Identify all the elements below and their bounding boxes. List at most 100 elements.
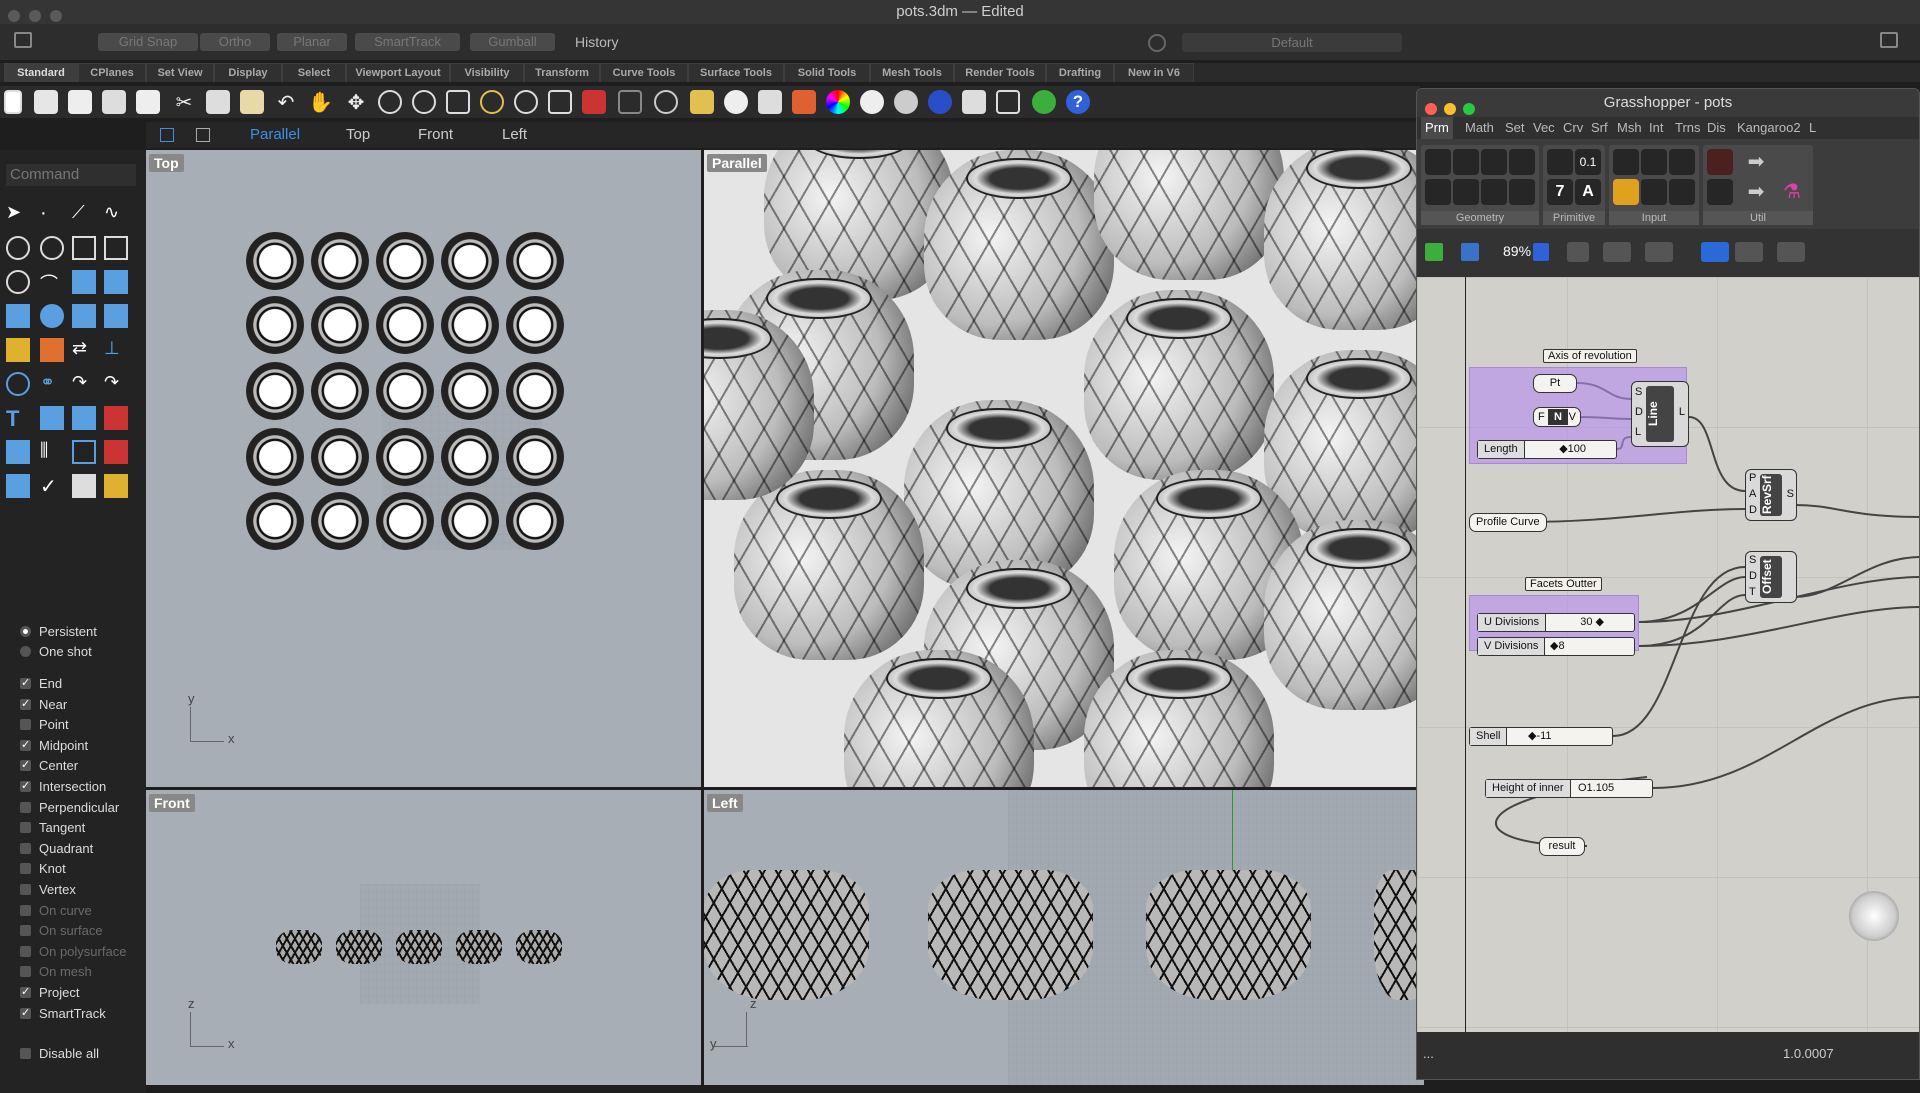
tab-curve-tools[interactable]: Curve Tools: [600, 63, 688, 82]
checkbox[interactable]: [20, 801, 31, 813]
gh-number-icon[interactable]: 0.1: [1575, 149, 1601, 175]
gh-line-component[interactable]: S D L Line L: [1631, 381, 1689, 447]
group-icon[interactable]: [6, 372, 30, 396]
smarttrack-button[interactable]: SmartTrack: [355, 33, 460, 51]
osnap-on-surface[interactable]: On surface: [20, 923, 103, 939]
distribute-icon[interactable]: ⫼: [40, 440, 64, 464]
open-icon[interactable]: [34, 90, 58, 114]
checkbox[interactable]: [20, 696, 31, 712]
viewport-front[interactable]: Front z x: [146, 790, 701, 1085]
gh-value-list-icon[interactable]: [1669, 179, 1695, 205]
tab-transform[interactable]: Transform: [524, 63, 600, 82]
gh-sketch-icon[interactable]: [1645, 242, 1673, 262]
analyze-icon[interactable]: [72, 474, 96, 498]
cut-icon[interactable]: ✂: [172, 90, 196, 114]
checkbox[interactable]: [20, 737, 31, 753]
grid-snap-button[interactable]: Grid Snap: [98, 33, 198, 51]
gh-offset-component[interactable]: S D T Offset: [1745, 551, 1797, 603]
viewport-label[interactable]: Top: [149, 154, 184, 172]
planar-button[interactable]: Planar: [277, 33, 347, 51]
osnap-knot[interactable]: Knot: [20, 861, 66, 877]
osnap-on-curve[interactable]: On curve: [20, 903, 92, 919]
gh-tree-icon[interactable]: [1707, 179, 1733, 205]
four-viewport-icon[interactable]: [160, 128, 174, 142]
osnap-perpendicular[interactable]: Perpendicular: [20, 800, 119, 816]
tab-surface-tools[interactable]: Surface Tools: [688, 63, 784, 82]
gh-u-divisions-slider[interactable]: U Divisions 30 ◆: [1477, 613, 1635, 632]
gh-profile-curve-param[interactable]: Profile Curve: [1469, 513, 1547, 532]
gumball-button[interactable]: Gumball: [470, 33, 555, 51]
tab-front[interactable]: Front: [418, 126, 453, 143]
dimension-icon[interactable]: [996, 90, 1020, 114]
grid-array-icon[interactable]: [72, 440, 96, 464]
zoom-icon[interactable]: [378, 90, 402, 114]
tab-set-view[interactable]: Set View: [146, 63, 214, 82]
new-file-icon[interactable]: [4, 90, 22, 114]
box-edit-icon[interactable]: [6, 440, 30, 464]
viewport-label[interactable]: Front: [149, 794, 195, 812]
gh-tab-vec[interactable]: Vec: [1533, 120, 1555, 135]
ellipse-icon[interactable]: [40, 236, 64, 260]
curve-icon[interactable]: ∿: [104, 202, 128, 226]
split-icon[interactable]: ⇄: [72, 338, 96, 362]
osnap-midpoint[interactable]: Midpoint: [20, 737, 88, 754]
hatch-icon[interactable]: [104, 440, 128, 464]
panel-toggle-icon[interactable]: [1880, 32, 1898, 48]
gh-canvas[interactable]: Axis of revolution Pt F N V Length ◆100 …: [1417, 277, 1919, 1034]
gh-text-icon[interactable]: A: [1575, 179, 1601, 205]
gh-zoom-level[interactable]: 89%: [1503, 243, 1531, 259]
properties-icon[interactable]: [6, 474, 30, 498]
gh-flask-icon[interactable]: ⚗: [1779, 179, 1805, 205]
viewport-label[interactable]: Parallel: [707, 154, 767, 172]
gh-graph-icon[interactable]: [1613, 179, 1639, 205]
tab-display[interactable]: Display: [214, 63, 282, 82]
align-icon[interactable]: [72, 406, 96, 430]
arc-icon[interactable]: [6, 270, 30, 294]
gh-height-inner-slider[interactable]: Height of inner O1.105: [1485, 779, 1653, 798]
gh-sphere-preview-icon[interactable]: [1777, 242, 1805, 262]
gh-shaded-preview-icon[interactable]: [1735, 242, 1763, 262]
render-icon[interactable]: [962, 90, 986, 114]
osnap-tangent[interactable]: Tangent: [20, 820, 85, 836]
osnap-disable-all[interactable]: Disable all: [20, 1046, 99, 1062]
copy-icon[interactable]: [206, 90, 230, 114]
gh-toggle-icon[interactable]: [1641, 149, 1667, 175]
gh-data-output-icon[interactable]: ➡: [1743, 149, 1769, 175]
gh-save-icon[interactable]: [1461, 243, 1479, 261]
gh-import-icon[interactable]: [1613, 149, 1639, 175]
checkbox[interactable]: [20, 984, 31, 1000]
osnap-point[interactable]: Point: [20, 717, 69, 733]
select-arrow-icon[interactable]: ➤: [6, 202, 30, 226]
zoom-extents-icon[interactable]: [446, 90, 470, 114]
gh-revsrf-component[interactable]: P A D RevSrf S: [1745, 469, 1797, 521]
material-sphere-icon[interactable]: [928, 90, 952, 114]
select-icon[interactable]: [654, 90, 678, 114]
tab-visibility[interactable]: Visibility: [450, 63, 524, 82]
gh-line-param-icon[interactable]: [1453, 179, 1479, 205]
osnap-on-polysurface[interactable]: On polysurface: [20, 944, 126, 960]
gh-navigation-wheel-icon[interactable]: [1849, 891, 1899, 941]
box-icon[interactable]: [6, 304, 30, 328]
gh-result-param[interactable]: result: [1539, 837, 1585, 856]
color-wheel-icon[interactable]: [826, 90, 850, 114]
gh-tab-prm[interactable]: Prm: [1421, 117, 1453, 139]
undo-view-icon[interactable]: [514, 90, 538, 114]
tab-mesh-tools[interactable]: Mesh Tools: [870, 63, 954, 82]
checkbox[interactable]: [20, 675, 31, 691]
checkbox[interactable]: [20, 966, 31, 978]
named-position-select[interactable]: Default: [1182, 33, 1402, 52]
checkbox[interactable]: [20, 863, 31, 875]
save-icon[interactable]: [68, 90, 92, 114]
sphere-icon[interactable]: [40, 304, 64, 328]
osnap-end[interactable]: End: [20, 675, 62, 692]
gh-surface-param-icon[interactable]: [1509, 149, 1535, 175]
gh-eye-icon[interactable]: [1603, 242, 1631, 262]
tab-cplanes[interactable]: CPlanes: [78, 63, 146, 82]
dimension-tool-icon[interactable]: [104, 406, 128, 430]
rotate-view-icon[interactable]: ✥: [344, 90, 368, 114]
gh-vector-param-icon[interactable]: [1425, 179, 1451, 205]
layer-icon[interactable]: [792, 90, 816, 114]
fillet-icon[interactable]: ↷: [104, 372, 128, 396]
light-icon[interactable]: [724, 90, 748, 114]
history-button[interactable]: History: [575, 33, 619, 51]
